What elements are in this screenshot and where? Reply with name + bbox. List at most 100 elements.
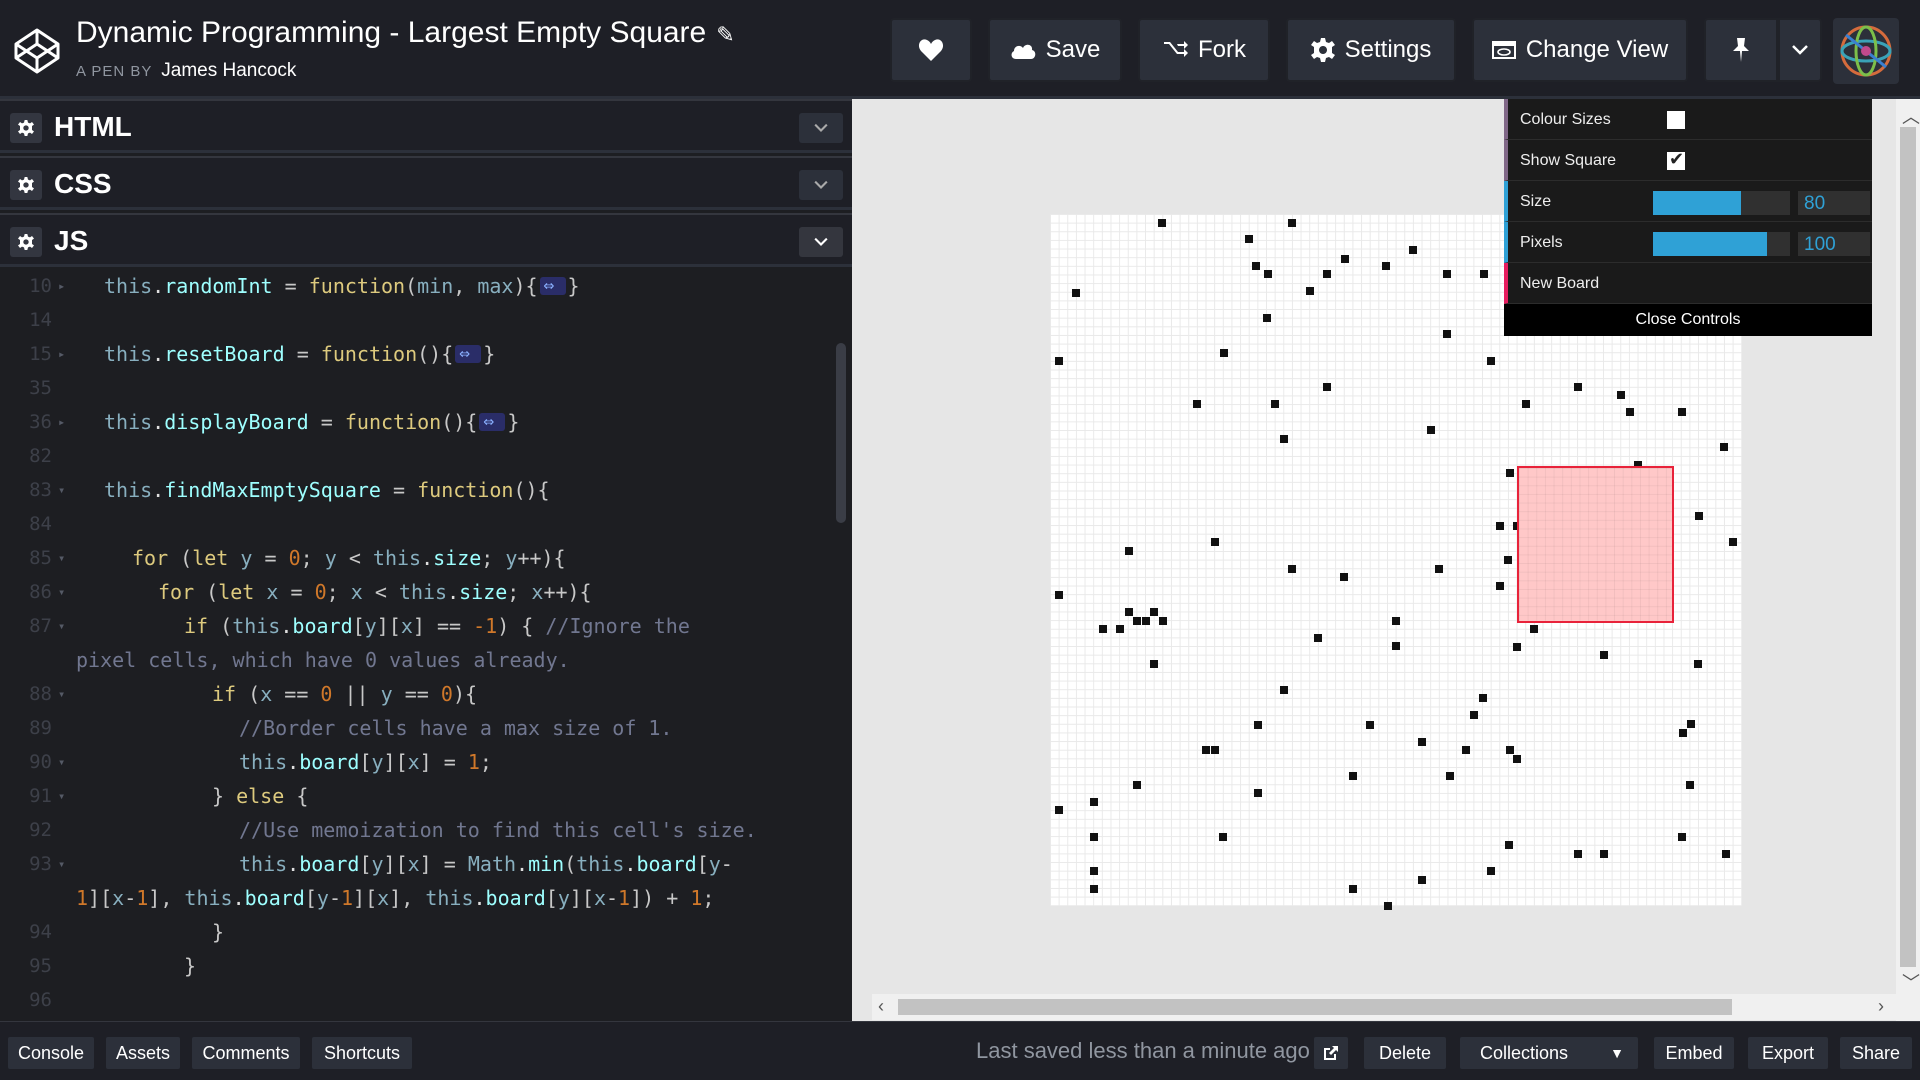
board-pixel <box>1125 547 1133 555</box>
board-pixel <box>1263 314 1271 322</box>
pin-button[interactable] <box>1704 18 1778 82</box>
pixels-slider[interactable] <box>1653 232 1790 256</box>
horizontal-scroll-thumb[interactable] <box>898 999 1732 1015</box>
gear-icon <box>1310 38 1335 62</box>
board-pixel <box>1254 721 1262 729</box>
console-button[interactable]: Console <box>8 1037 94 1069</box>
js-settings-button[interactable] <box>10 227 42 257</box>
html-panel-label: HTML <box>54 111 132 142</box>
css-panel-header[interactable]: CSS <box>0 156 852 210</box>
fork-button[interactable]: Fork <box>1138 18 1270 82</box>
board-pixel <box>1530 625 1538 633</box>
pixels-input[interactable]: 100 <box>1798 232 1870 256</box>
external-link-icon <box>1324 1046 1338 1060</box>
gear-icon <box>18 177 34 193</box>
fold-marker-icon[interactable] <box>479 405 506 439</box>
gear-icon <box>18 234 34 250</box>
board-pixel <box>1252 262 1260 270</box>
love-button[interactable] <box>890 18 972 82</box>
colour-sizes-row[interactable]: Colour Sizes <box>1504 99 1872 140</box>
board-pixel <box>1446 772 1454 780</box>
html-panel-toggle[interactable] <box>799 113 843 143</box>
fold-marker-icon[interactable] <box>539 269 566 303</box>
board-pixel <box>1479 694 1487 702</box>
board-pixel <box>1480 270 1488 278</box>
colour-sizes-checkbox[interactable] <box>1667 111 1685 129</box>
board-pixel <box>1487 867 1495 875</box>
chevron-down-icon <box>1792 45 1808 55</box>
board-pixel <box>1133 781 1141 789</box>
board-pixel <box>1687 720 1695 728</box>
collections-dropdown[interactable]: Collections ▼ <box>1460 1037 1638 1069</box>
board-pixel <box>1574 383 1582 391</box>
board-pixel <box>1125 608 1133 616</box>
pencil-icon[interactable]: ✎ <box>716 22 734 47</box>
js-panel-toggle[interactable] <box>799 227 843 257</box>
user-avatar-icon <box>1840 25 1892 77</box>
delete-button[interactable]: Delete <box>1364 1037 1446 1069</box>
show-square-row[interactable]: Show Square <box>1504 140 1872 181</box>
preview-horizontal-scrollbar[interactable]: ‹ › <box>872 994 1896 1020</box>
show-square-label: Show Square <box>1520 152 1617 169</box>
cloud-icon <box>1011 44 1035 59</box>
scroll-left-icon[interactable]: ‹ <box>878 996 884 1017</box>
assets-button[interactable]: Assets <box>106 1037 180 1069</box>
chevron-down-icon <box>814 180 828 189</box>
open-external-button[interactable] <box>1314 1037 1348 1069</box>
share-button[interactable]: Share <box>1840 1037 1912 1069</box>
board-pixel <box>1504 556 1512 564</box>
chevron-down-icon <box>814 237 828 246</box>
new-board-button[interactable]: New Board <box>1504 263 1872 304</box>
pixels-label: Pixels <box>1520 234 1563 251</box>
gear-icon <box>18 120 34 136</box>
new-board-label: New Board <box>1520 275 1600 292</box>
export-button[interactable]: Export <box>1748 1037 1828 1069</box>
board-pixel <box>1513 755 1521 763</box>
close-controls-button[interactable]: Close Controls <box>1504 304 1872 336</box>
avatar[interactable] <box>1833 18 1899 84</box>
shortcuts-button[interactable]: Shortcuts <box>312 1037 412 1069</box>
view-icon <box>1491 41 1516 59</box>
caret-down-icon: ▼ <box>1610 1045 1624 1061</box>
pen-title[interactable]: Dynamic Programming - Largest Empty Squa… <box>76 16 735 50</box>
pin-dropdown-button[interactable] <box>1778 18 1822 82</box>
board-pixel <box>1678 408 1686 416</box>
board-pixel <box>1418 876 1426 884</box>
settings-button[interactable]: Settings <box>1286 18 1456 82</box>
comments-button[interactable]: Comments <box>192 1037 300 1069</box>
change-view-label: Change View <box>1525 36 1669 63</box>
vertical-scroll-thumb[interactable] <box>1900 127 1916 967</box>
html-settings-button[interactable] <box>10 113 42 143</box>
fold-marker-icon[interactable] <box>455 337 482 371</box>
pen-title-text[interactable]: Dynamic Programming - Largest Empty Squa… <box>76 16 706 49</box>
author-link[interactable]: James Hancock <box>161 60 296 81</box>
save-button[interactable]: Save <box>988 18 1122 82</box>
css-settings-button[interactable] <box>10 170 42 200</box>
size-slider[interactable] <box>1653 191 1790 215</box>
board-pixel <box>1470 711 1478 719</box>
board-pixel <box>1055 806 1063 814</box>
scroll-down-icon[interactable]: ﹀ <box>1902 969 1920 995</box>
code-scrollbar[interactable] <box>836 343 846 523</box>
scroll-right-icon[interactable]: › <box>1878 996 1884 1017</box>
css-panel-toggle[interactable] <box>799 170 843 200</box>
change-view-button[interactable]: Change View <box>1472 18 1688 82</box>
board-pixel <box>1443 330 1451 338</box>
size-input[interactable]: 80 <box>1798 191 1870 215</box>
scroll-up-icon[interactable]: ︿ <box>1902 103 1920 129</box>
board-pixel <box>1314 634 1322 642</box>
board-pixel <box>1090 833 1098 841</box>
board-pixel <box>1142 617 1150 625</box>
board-pixel <box>1090 798 1098 806</box>
embed-button[interactable]: Embed <box>1654 1037 1734 1069</box>
board-pixel <box>1116 625 1124 633</box>
preview-vertical-scrollbar[interactable]: ︿ ﹀ <box>1896 99 1920 1021</box>
js-panel-label: JS <box>54 225 89 256</box>
js-code-editor[interactable]: 10▸this.randomInt = function(min, max){}… <box>0 269 852 1021</box>
board-pixel <box>1341 255 1349 263</box>
codepen-logo-icon[interactable] <box>12 26 62 76</box>
collections-label: Collections <box>1480 1043 1569 1063</box>
js-panel-header[interactable]: JS <box>0 213 852 267</box>
show-square-checkbox[interactable] <box>1667 149 1685 170</box>
html-panel-header[interactable]: HTML <box>0 99 852 153</box>
